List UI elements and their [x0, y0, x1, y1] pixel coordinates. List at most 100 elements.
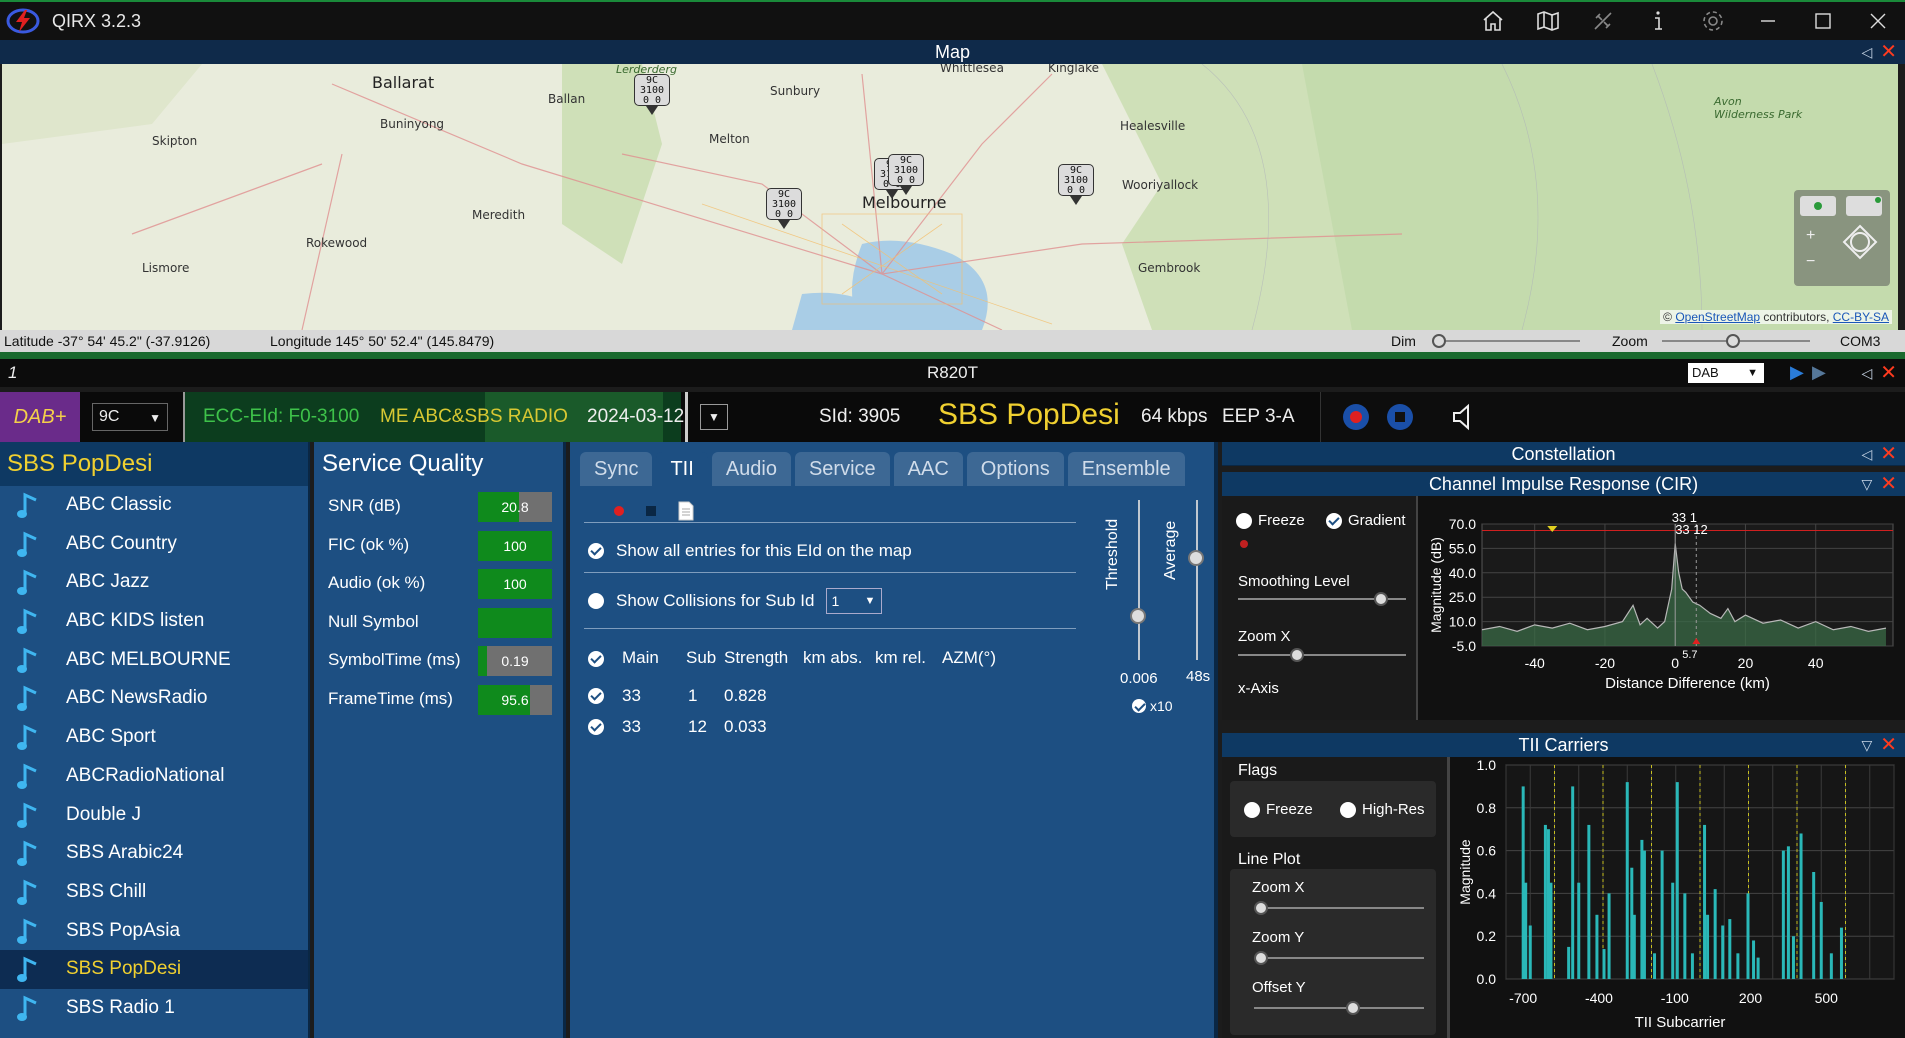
cir-chart[interactable]: -40 -20 0 20 40 70.0 55.0 40.0 25.0 10.0 -5.0 33 13… [1427, 496, 1905, 720]
service-list-item[interactable]: ABC Jazz [0, 563, 308, 602]
collapse-icon[interactable]: ◁ [1861, 40, 1872, 64]
column-header[interactable]: km abs. [803, 648, 863, 668]
service-list-item[interactable]: ABC Classic [0, 486, 308, 525]
close-panel-icon[interactable]: ✕ [1880, 474, 1897, 494]
zoom-slider[interactable] [1662, 334, 1810, 348]
info-dropdown[interactable]: ▼ [700, 404, 728, 430]
x10-checkbox[interactable]: x10 [1132, 698, 1173, 714]
show-collisions-toggle[interactable]: Show Collisions for Sub Id 1 ▼ [588, 588, 883, 614]
row-check-icon[interactable] [588, 688, 604, 704]
carrier-bar [1781, 850, 1785, 979]
service-list-item[interactable]: SBS Arabic24 [0, 834, 308, 873]
home-icon[interactable] [1465, 2, 1520, 40]
cir-zoom-x-label: Zoom X [1238, 628, 1291, 645]
service-list-item[interactable]: ABC MELBOURNE [0, 641, 308, 680]
expand-icon[interactable]: ▽ [1861, 733, 1872, 757]
row-check-icon[interactable] [588, 719, 604, 735]
stop-square-icon[interactable] [646, 506, 656, 516]
map-navigation-control[interactable]: + − [1794, 190, 1890, 286]
show-all-checkbox[interactable]: Show all entries for this EId on the map [588, 541, 912, 561]
record-dot-icon[interactable] [614, 506, 624, 516]
service-list-item[interactable]: ABCRadioNational [0, 757, 308, 796]
map-view[interactable]: Whittlesea Kinglake Ballarat Ballan Sunb… [2, 64, 1898, 330]
y-axis-label: Magnitude [1457, 839, 1473, 905]
cir-gradient-label: Gradient [1348, 512, 1406, 529]
service-list-item[interactable]: SBS PopAsia [0, 912, 308, 951]
service-list-item[interactable]: Double J [0, 796, 308, 835]
transmitter-marker[interactable]: 9C31000 0 [634, 74, 670, 115]
tiic-freeze-toggle[interactable]: Freeze [1244, 801, 1313, 818]
service-list-item[interactable]: SBS Chill [0, 873, 308, 912]
mode-select[interactable]: DAB ▼ [1688, 363, 1764, 383]
service-list-item[interactable]: ABC KIDS listen [0, 602, 308, 641]
service-list-item[interactable]: SBS PopDesi [0, 950, 308, 989]
license-link[interactable]: CC-BY-SA [1833, 310, 1889, 324]
collapse-icon[interactable]: ◁ [1861, 365, 1872, 382]
close-panel-icon[interactable]: ✕ [1880, 42, 1897, 62]
maximize-icon[interactable] [1795, 2, 1850, 40]
cir-gradient-checkbox[interactable]: Gradient [1326, 512, 1406, 529]
high-res-toggle[interactable]: High-Res [1340, 801, 1425, 818]
column-header[interactable]: Sub [686, 648, 716, 668]
column-header[interactable]: AZM(°) [942, 648, 996, 668]
carrier-bar [1567, 946, 1571, 979]
column-header[interactable]: Main [622, 648, 659, 668]
service-list-item[interactable]: ABC NewsRadio [0, 679, 308, 718]
speaker-icon[interactable] [1449, 402, 1479, 432]
satellite-icon[interactable] [1575, 2, 1630, 40]
osm-link[interactable]: OpenStreetMap [1675, 310, 1760, 324]
expand-icon[interactable]: ▽ [1861, 472, 1872, 496]
tii-carriers-chart[interactable]: 1.0 0.8 0.6 0.4 0.2 0.0 -700 -400 -100 200 500 TII … [1454, 757, 1905, 1038]
smoothing-slider[interactable] [1238, 592, 1406, 606]
info-icon[interactable] [1630, 2, 1685, 40]
dim-slider[interactable] [1432, 334, 1580, 348]
close-panel-icon[interactable]: ✕ [1880, 444, 1897, 464]
document-icon[interactable] [678, 501, 694, 521]
average-slider[interactable] [1188, 550, 1204, 566]
gear-icon[interactable] [1685, 2, 1740, 40]
minimize-icon[interactable] [1740, 2, 1795, 40]
tab-sync[interactable]: Sync [580, 452, 653, 486]
tab-audio[interactable]: Audio [711, 452, 791, 486]
tiic-zoom-y-slider[interactable] [1254, 951, 1424, 965]
window-title: QIRX 3.2.3 [52, 10, 142, 31]
quality-bar [478, 607, 552, 638]
transmitter-marker[interactable]: 9C31000 0 [888, 154, 924, 195]
play-next-icon[interactable]: ▶ [1812, 362, 1826, 383]
tab-service[interactable]: Service [794, 452, 890, 486]
tiic-zoom-x-slider[interactable] [1254, 901, 1424, 915]
offset-y-slider[interactable] [1254, 1001, 1424, 1015]
service-list-item[interactable]: ABC Sport [0, 718, 308, 757]
close-panel-icon[interactable]: ✕ [1880, 735, 1897, 755]
tab-ensemble[interactable]: Ensemble [1067, 452, 1185, 486]
quality-list: SNR (dB) 20.8 FIC (ok %) 100 Audio (ok %) 100… [314, 486, 563, 717]
stop-button[interactable] [1387, 404, 1413, 430]
y-tick-label: 0.4 [1477, 885, 1497, 901]
threshold-slider[interactable] [1130, 608, 1146, 624]
column-header[interactable]: Strength [724, 648, 788, 668]
quality-bar: 100 [478, 530, 552, 561]
x-tick-label: -40 [1525, 655, 1545, 671]
sub-id-select[interactable]: 1 ▼ [826, 588, 883, 614]
service-list-item[interactable]: SBS Radio 1 [0, 989, 308, 1028]
column-header[interactable]: km rel. [875, 648, 926, 668]
map-icon[interactable] [1520, 2, 1575, 40]
app-logo-icon [6, 8, 40, 34]
record-button[interactable] [1343, 404, 1369, 430]
y-tick-label: 0.2 [1477, 928, 1497, 944]
channel-select[interactable]: 9C ▼ [92, 403, 168, 431]
cir-freeze-toggle[interactable]: Freeze [1236, 512, 1305, 529]
close-icon[interactable] [1850, 2, 1905, 40]
collapse-icon[interactable]: ◁ [1861, 442, 1872, 466]
select-all-icon[interactable] [588, 651, 604, 667]
transmitter-marker[interactable]: 9C31000 0 [766, 188, 802, 229]
cir-zoom-x-slider[interactable] [1238, 648, 1406, 662]
tab-options[interactable]: Options [966, 452, 1064, 486]
transmitter-marker[interactable]: 9C31000 0 [1058, 164, 1094, 205]
play-icon[interactable]: ▶ [1790, 362, 1804, 383]
service-list-item[interactable]: ABC Country [0, 525, 308, 564]
tab-aac[interactable]: AAC [893, 452, 963, 486]
music-note-icon [17, 995, 37, 1021]
close-panel-icon[interactable]: ✕ [1880, 363, 1897, 383]
tab-tii[interactable]: TII [656, 452, 708, 486]
